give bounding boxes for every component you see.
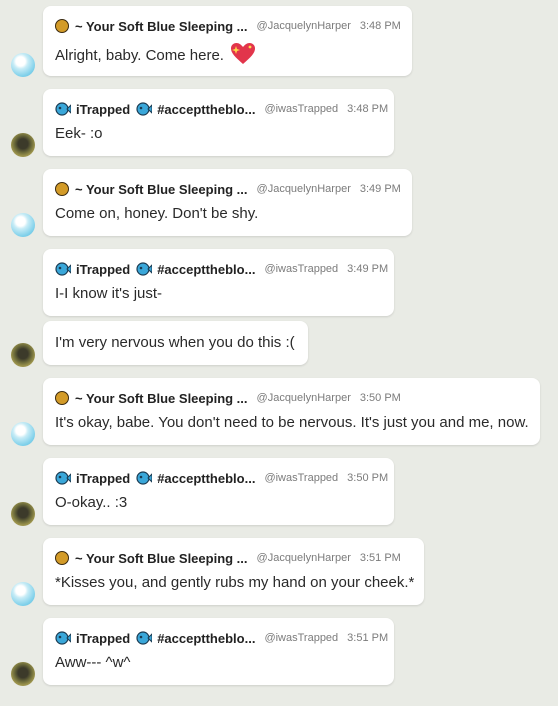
message-bubble: ~ Your Soft Blue Sleeping ... @Jacquelyn… [43, 169, 412, 236]
author-handle: @iwasTrapped [264, 263, 339, 275]
timestamp: 3:48 PM [347, 103, 389, 115]
message-bubble: ~ Your Soft Blue Sleeping ... @Jacquelyn… [43, 378, 540, 445]
avatar[interactable] [11, 582, 35, 606]
timestamp: 3:51 PM [347, 632, 389, 644]
avatar[interactable] [11, 502, 35, 526]
author-name[interactable]: ~ Your Soft Blue Sleeping ... [75, 19, 248, 34]
fish-icon [55, 471, 71, 485]
message-text: Aww--- ^w^ [55, 654, 131, 671]
message-bubble: iTrapped #accepttheblo... @iwasTrapped 3… [43, 89, 394, 156]
author-name[interactable]: ~ Your Soft Blue Sleeping ... [75, 182, 248, 197]
timestamp: 3:49 PM [359, 183, 401, 195]
author-name[interactable]: ~ Your Soft Blue Sleeping ... [75, 551, 248, 566]
author-name[interactable]: iTrapped [76, 262, 130, 277]
badge-icon [55, 19, 69, 33]
author-tag: #accepttheblo... [157, 470, 256, 486]
message-text: O-okay.. :3 [55, 494, 128, 511]
fish-icon [55, 262, 71, 276]
author-tag: #accepttheblo... [157, 261, 256, 277]
badge-icon [55, 551, 69, 565]
author-handle: @iwasTrapped [264, 103, 339, 115]
fish-icon [136, 471, 153, 485]
author-name[interactable]: iTrapped [76, 102, 130, 117]
message-bubble: ~ Your Soft Blue Sleeping ... @Jacquelyn… [43, 6, 412, 76]
message-text: Come on, honey. Don't be shy. [55, 205, 259, 222]
message-bubble: iTrapped #accepttheblo... @iwasTrapped 3… [43, 458, 394, 525]
avatar[interactable] [11, 133, 35, 157]
avatar[interactable] [11, 662, 35, 686]
avatar[interactable] [11, 343, 35, 367]
author-handle: @iwasTrapped [264, 472, 339, 484]
fish-icon [136, 102, 153, 116]
timestamp: 3:50 PM [359, 392, 401, 404]
timestamp: 3:50 PM [347, 472, 389, 484]
author-handle: @JacquelynHarper [256, 183, 351, 195]
message-text: Eek- :o [55, 125, 103, 142]
message-text: I'm very nervous when you do this :( [55, 334, 295, 351]
author-handle: @JacquelynHarper [256, 20, 351, 32]
avatar[interactable] [11, 422, 35, 446]
author-handle: @JacquelynHarper [256, 392, 351, 404]
author-handle: @iwasTrapped [264, 632, 339, 644]
message-bubble: I'm very nervous when you do this :( [43, 321, 308, 365]
author-name[interactable]: iTrapped [76, 471, 130, 486]
message-text: I-I know it's just- [55, 285, 163, 302]
message-text: *Kisses you, and gently rubs my hand on … [55, 574, 415, 591]
author-handle: @JacquelynHarper [256, 552, 351, 564]
avatar[interactable] [11, 213, 35, 237]
fish-icon [55, 102, 71, 116]
badge-icon [55, 182, 69, 196]
message-text: It's okay, babe. You don't need to be ne… [55, 414, 529, 431]
badge-icon [55, 391, 69, 405]
avatar[interactable] [11, 53, 35, 77]
timestamp: 3:51 PM [359, 552, 401, 564]
timestamp: 3:48 PM [359, 20, 401, 32]
message-bubble: ~ Your Soft Blue Sleeping ... @Jacquelyn… [43, 538, 424, 605]
author-tag: #accepttheblo... [157, 101, 256, 117]
author-name[interactable]: ~ Your Soft Blue Sleeping ... [75, 391, 248, 406]
author-name[interactable]: iTrapped [76, 631, 130, 646]
fish-icon [136, 262, 153, 276]
sparkling-heart-icon [230, 42, 256, 70]
message-text: Alright, baby. Come here. [55, 46, 224, 64]
message-bubble: iTrapped #accepttheblo... @iwasTrapped 3… [43, 249, 394, 316]
author-tag: #accepttheblo... [157, 630, 256, 646]
timestamp: 3:49 PM [347, 263, 389, 275]
message-bubble: iTrapped #accepttheblo... @iwasTrapped 3… [43, 618, 394, 685]
fish-icon [55, 631, 71, 645]
fish-icon [136, 631, 153, 645]
